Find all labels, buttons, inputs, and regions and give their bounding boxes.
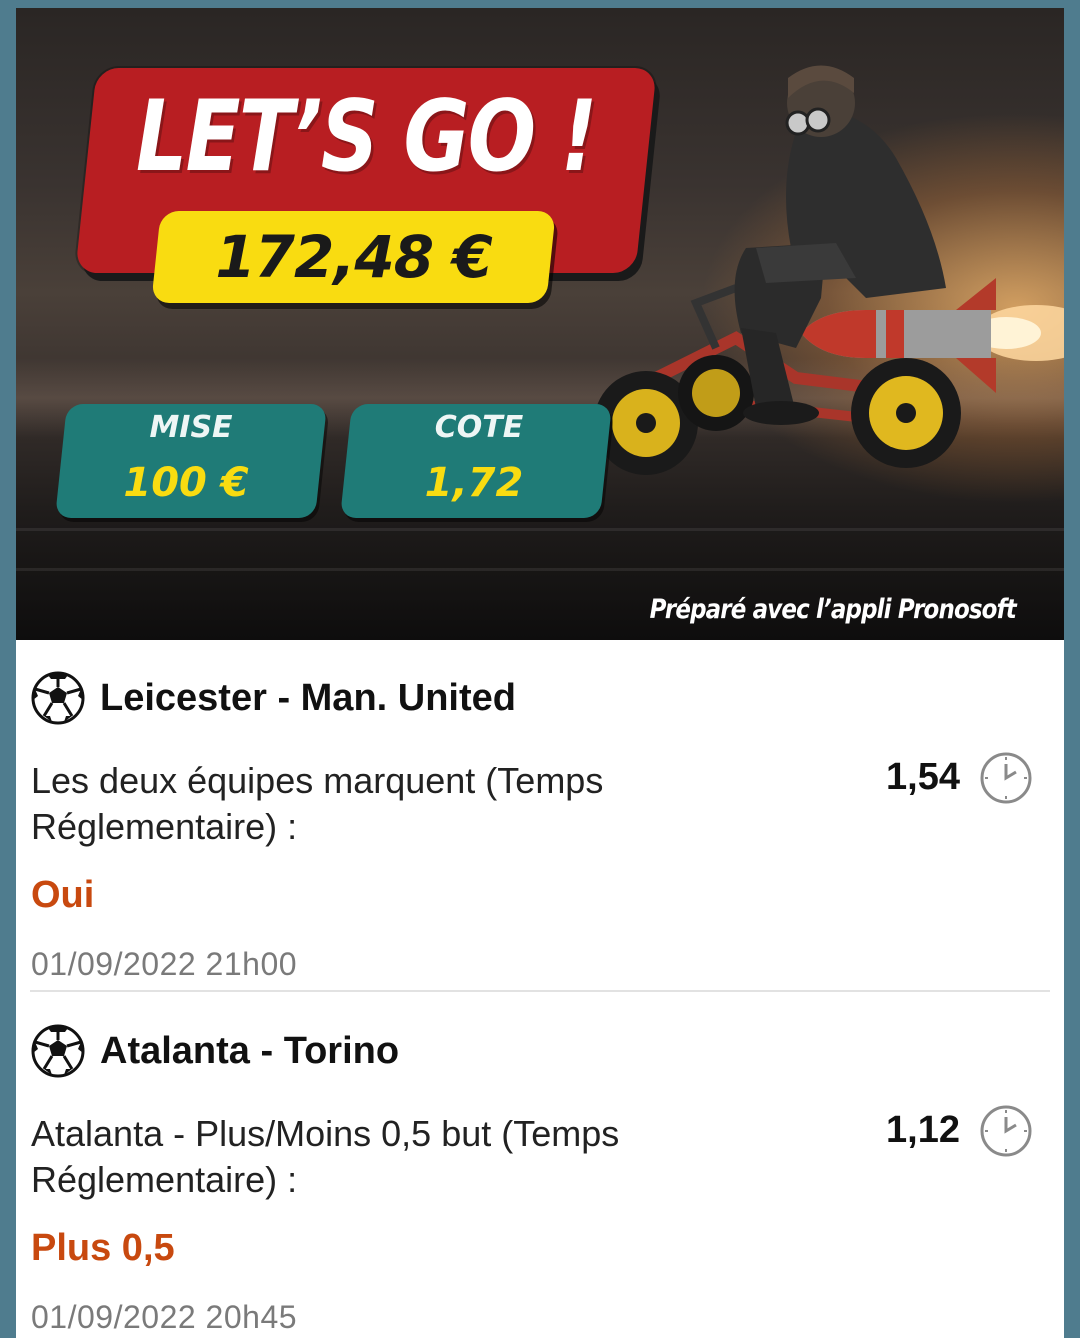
road-line <box>16 528 1064 531</box>
bet-selection: Plus 0,5 <box>31 1227 175 1269</box>
clock-icon <box>980 752 1032 804</box>
bet-market: Les deux équipes marquent (Temps Régleme… <box>31 760 604 847</box>
app-credit: Préparé avec l’appli Pronosoft <box>649 594 1017 625</box>
bet-odds: 1,12 <box>886 1109 960 1151</box>
soccer-ball-icon <box>31 1024 85 1078</box>
promo-banner: LET’S GO ! 172,48 € MISE 100 € COTE 1,72… <box>16 8 1064 640</box>
odds-value: 1,72 <box>424 460 524 506</box>
bet-divider <box>30 990 1050 992</box>
stake-label: MISE <box>149 410 233 445</box>
bet-market: Atalanta - Plus/Moins 0,5 but (Temps Rég… <box>31 1113 620 1200</box>
bet-datetime: 01/09/2022 21h00 <box>31 946 298 982</box>
stake-value: 100 € <box>123 460 249 506</box>
bet-slip-card: LET’S GO ! 172,48 € MISE 100 € COTE 1,72… <box>16 8 1064 1338</box>
headline-text: LET’S GO ! <box>136 80 597 194</box>
soccer-ball-icon <box>31 671 85 725</box>
potential-win-amount: 172,48 € <box>215 223 492 291</box>
clock-icon <box>980 1105 1032 1157</box>
bet-header: Atalanta - Torino <box>30 1021 399 1081</box>
match-title: Atalanta - Torino <box>100 1029 400 1072</box>
road-line <box>16 568 1064 571</box>
bet-odds: 1,54 <box>886 756 960 798</box>
match-title: Leicester - Man. United <box>100 676 516 719</box>
bet-selection: Oui <box>31 874 95 916</box>
odds-label: COTE <box>434 410 524 445</box>
bet-header: Leicester - Man. United <box>30 668 516 728</box>
bet-datetime: 01/09/2022 20h45 <box>31 1299 298 1335</box>
